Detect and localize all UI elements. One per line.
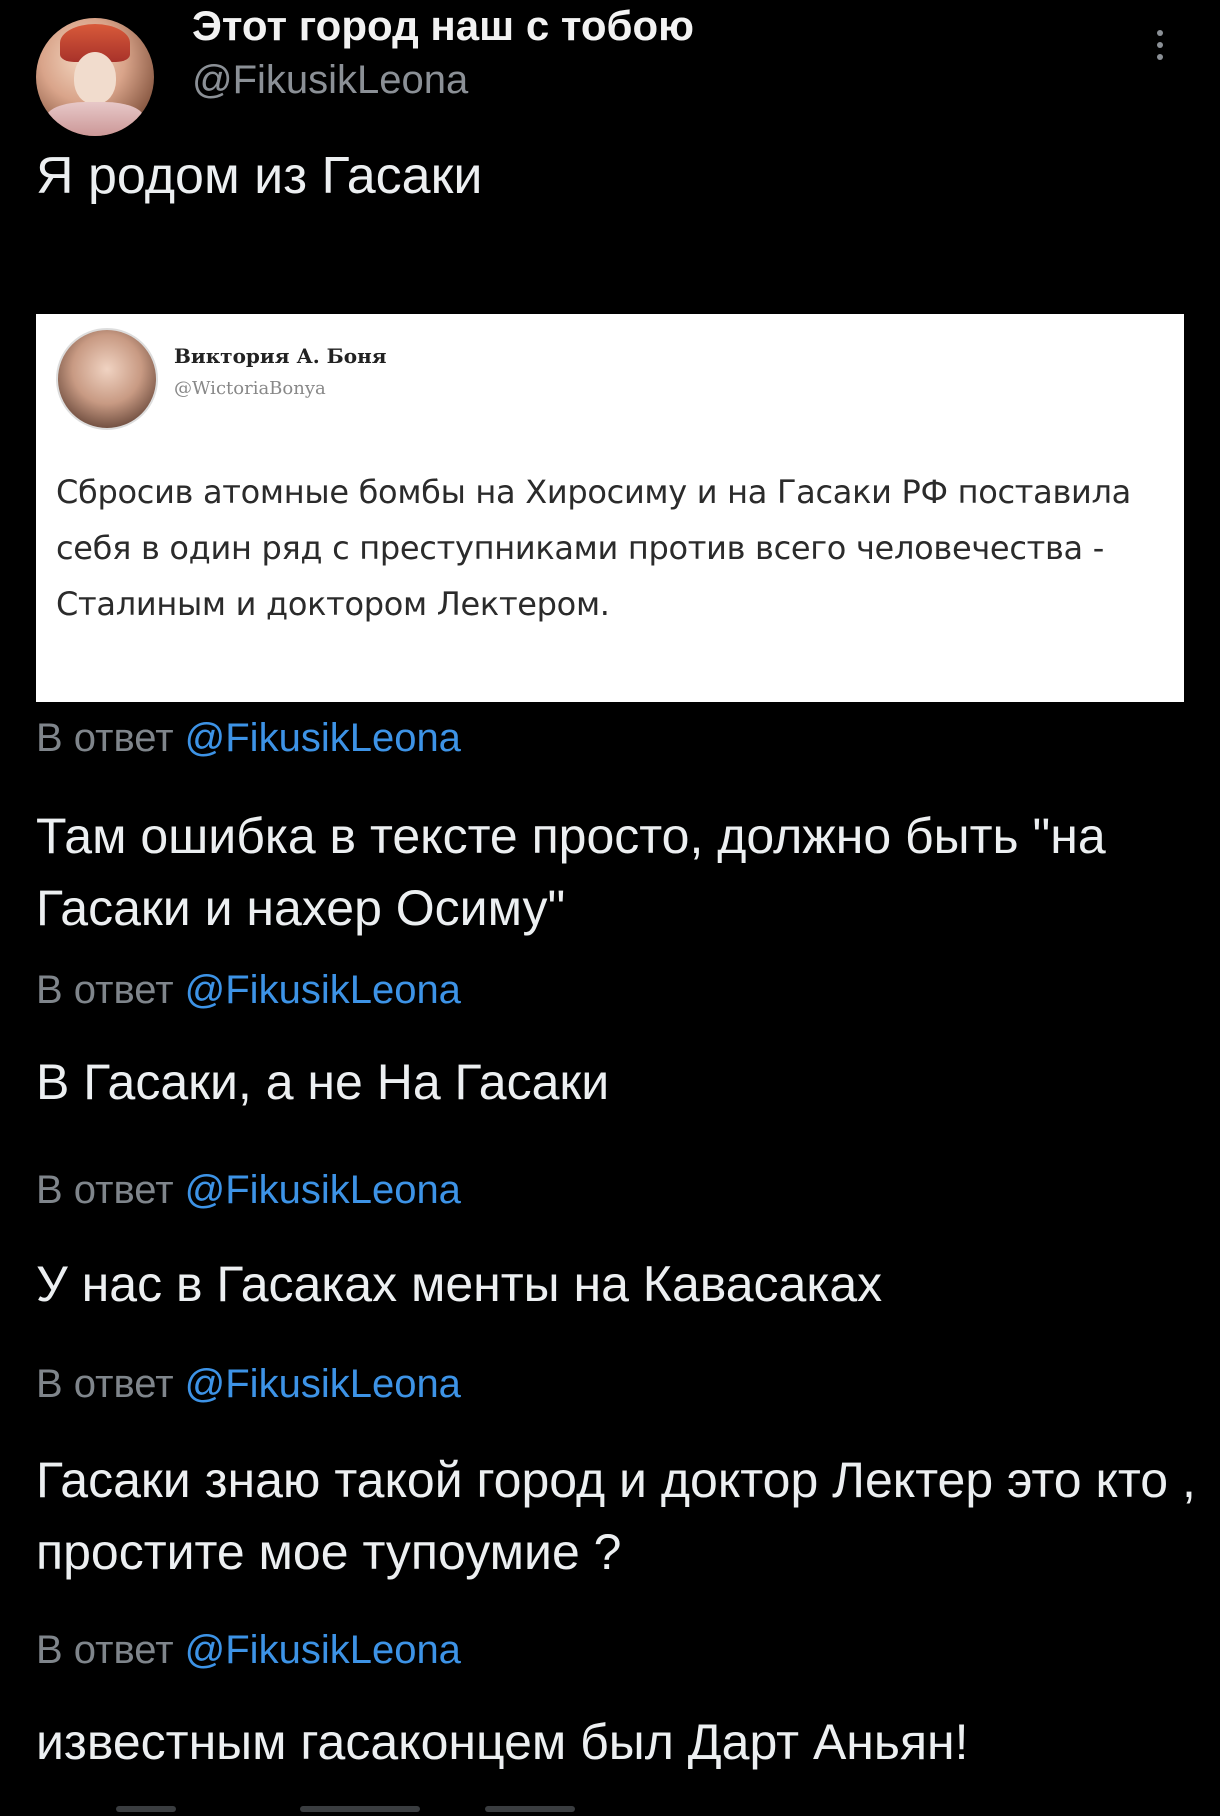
reply-mention-link[interactable]: @FikusikLeona: [185, 1168, 461, 1212]
tweet-body: Я родом из Гасаки: [36, 147, 483, 205]
embedded-author-name: Виктория А. Боня: [174, 344, 387, 368]
reply-to-label: В ответ @FikusikLeona: [36, 1168, 461, 1213]
reply-text: В Гасаки, а не На Гасаки: [36, 1054, 610, 1110]
avatar-dress-shape: [46, 102, 144, 136]
reply-mention-link[interactable]: @FikusikLeona: [185, 968, 461, 1012]
reply-text: известным гасаконцем был Дарт Аньян!: [36, 1714, 969, 1770]
avatar-face-shape: [74, 52, 116, 104]
reply-prefix: В ответ: [36, 1362, 185, 1406]
embedded-author-avatar: [56, 328, 158, 430]
reply-to-label: В ответ @FikusikLeona: [36, 968, 461, 1013]
author-display-name[interactable]: Этот город наш с тобою: [192, 2, 694, 50]
reply-to-label: В ответ @FikusikLeona: [36, 1628, 461, 1673]
reply-text: У нас в Гасаках менты на Кавасаках: [36, 1256, 883, 1312]
cut-off-next-line: [36, 1790, 1156, 1816]
reply-text: Там ошибка в тексте просто, должно быть …: [36, 808, 1106, 936]
author-handle[interactable]: @FikusikLeona: [192, 58, 468, 103]
reply-to-label: В ответ @FikusikLeona: [36, 1362, 461, 1407]
embedded-tweet-text: Сбросив атомные бомбы на Хиросиму и на Г…: [56, 473, 1131, 623]
tweet-header: Этот город наш с тобою @FikusikLeona: [0, 0, 1220, 136]
reply-mention-link[interactable]: @FikusikLeona: [185, 1362, 461, 1406]
more-vertical-icon[interactable]: [1150, 26, 1170, 70]
reply-mention-link[interactable]: @FikusikLeona: [185, 1628, 461, 1672]
embedded-tweet-image[interactable]: Виктория А. Боня @WictoriaBonya Сбросив …: [36, 314, 1184, 702]
reply-mention-link[interactable]: @FikusikLeona: [185, 716, 461, 760]
reply-prefix: В ответ: [36, 716, 185, 760]
reply-prefix: В ответ: [36, 1168, 185, 1212]
reply-text: Гасаки знаю такой город и доктор Лектер …: [36, 1452, 1196, 1580]
author-avatar[interactable]: [36, 18, 154, 136]
reply-prefix: В ответ: [36, 1628, 185, 1672]
reply-prefix: В ответ: [36, 968, 185, 1012]
embedded-author-handle: @WictoriaBonya: [174, 378, 326, 399]
reply-to-label: В ответ @FikusikLeona: [36, 716, 461, 761]
